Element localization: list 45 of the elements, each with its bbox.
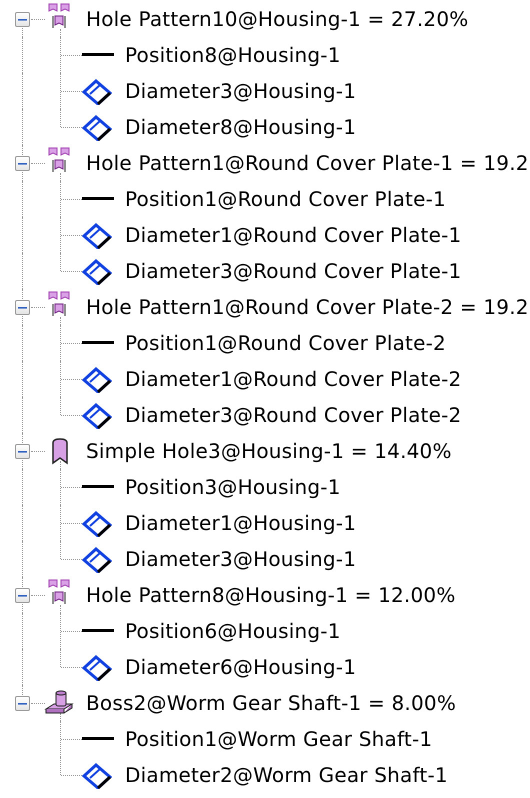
diameter-icon (82, 223, 112, 249)
feature-label[interactable]: Hole Pattern10@Housing-1 = 27.20% (86, 7, 468, 31)
dimension-label[interactable]: Diameter1@Housing-1 (125, 511, 356, 535)
feature-label[interactable]: Hole Pattern1@Round Cover Plate-1 = 19.2 (86, 151, 529, 175)
diameter-icon (82, 79, 112, 105)
dimension-label[interactable]: Diameter3@Round Cover Plate-2 (125, 403, 462, 427)
dimension-label[interactable]: Diameter1@Round Cover Plate-1 (125, 223, 462, 247)
dimension-label[interactable]: Diameter8@Housing-1 (125, 115, 356, 139)
feature-label[interactable]: Hole Pattern1@Round Cover Plate-2 = 19.2 (86, 295, 529, 319)
diameter-icon (82, 403, 112, 429)
diameter-icon (82, 547, 112, 573)
line-icon (82, 341, 114, 345)
line-icon (82, 53, 114, 57)
feature-label[interactable]: Hole Pattern8@Housing-1 = 12.00% (86, 583, 456, 607)
dimension-label[interactable]: Diameter2@Worm Gear Shaft-1 (125, 763, 448, 787)
line-icon (82, 737, 114, 741)
dimension-label[interactable]: Position1@Worm Gear Shaft-1 (125, 727, 432, 751)
diameter-icon (82, 655, 112, 681)
dimension-label[interactable]: Position6@Housing-1 (125, 619, 341, 643)
line-icon (82, 197, 114, 201)
dimension-label[interactable]: Diameter1@Round Cover Plate-2 (125, 367, 462, 391)
line-icon (82, 485, 114, 489)
collapse-toggle[interactable] (15, 696, 30, 711)
collapse-toggle[interactable] (15, 444, 30, 459)
collapse-toggle[interactable] (15, 300, 30, 315)
line-icon (82, 629, 114, 633)
dimension-label[interactable]: Diameter3@Housing-1 (125, 79, 356, 103)
feature-label[interactable]: Boss2@Worm Gear Shaft-1 = 8.00% (86, 691, 456, 715)
diameter-icon (82, 511, 112, 537)
dimension-label[interactable]: Position1@Round Cover Plate-1 (125, 187, 446, 211)
dimension-label[interactable]: Diameter6@Housing-1 (125, 655, 356, 679)
feature-label[interactable]: Simple Hole3@Housing-1 = 14.40% (86, 439, 452, 463)
hole-icon (50, 438, 70, 465)
dimension-label[interactable]: Diameter3@Round Cover Plate-1 (125, 259, 462, 283)
diameter-icon (82, 259, 112, 285)
dimension-label[interactable]: Diameter3@Housing-1 (125, 547, 356, 571)
collapse-toggle[interactable] (15, 12, 30, 27)
dimension-label[interactable]: Position3@Housing-1 (125, 475, 341, 499)
diameter-icon (82, 367, 112, 393)
collapse-toggle[interactable] (15, 588, 30, 603)
dimension-label[interactable]: Position1@Round Cover Plate-2 (125, 331, 446, 355)
dimension-label[interactable]: Position8@Housing-1 (125, 43, 341, 67)
diameter-icon (82, 115, 112, 141)
diameter-icon (82, 763, 112, 789)
collapse-toggle[interactable] (15, 156, 30, 171)
